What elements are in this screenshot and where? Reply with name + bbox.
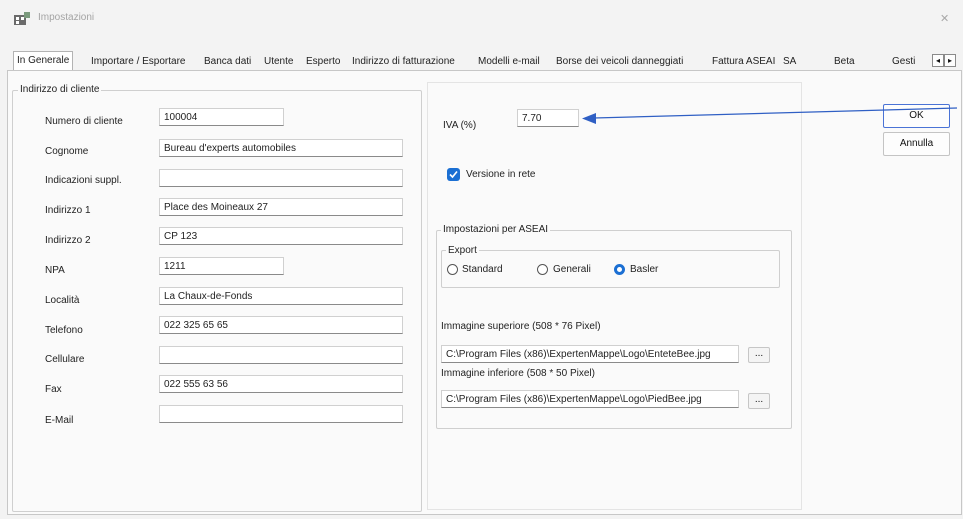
annotation-arrow-icon — [582, 107, 958, 124]
